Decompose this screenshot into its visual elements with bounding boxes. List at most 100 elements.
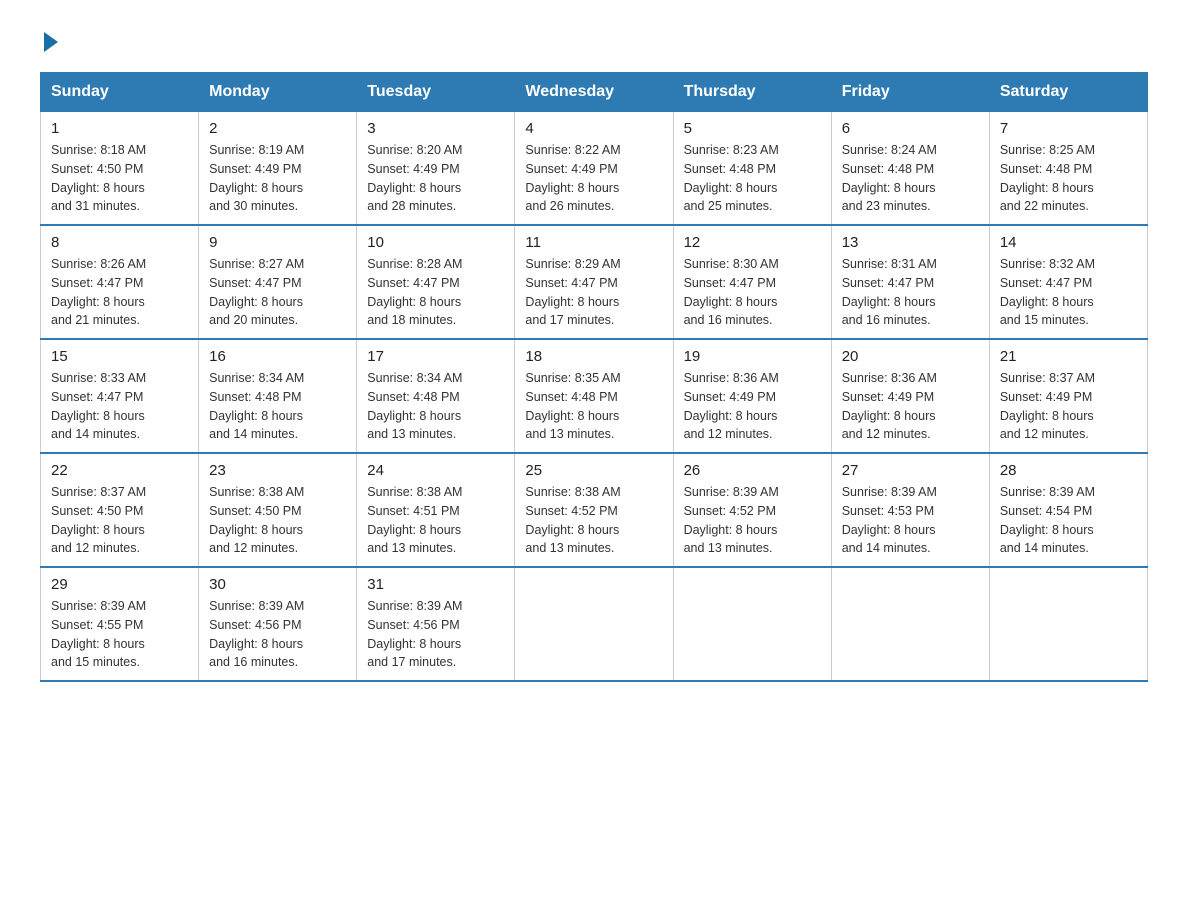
day-number: 2	[209, 120, 346, 137]
table-cell: 29 Sunrise: 8:39 AMSunset: 4:55 PMDayligh…	[41, 567, 199, 681]
day-number: 6	[842, 120, 979, 137]
table-cell: 13 Sunrise: 8:31 AMSunset: 4:47 PMDayligh…	[831, 225, 989, 339]
day-number: 28	[1000, 462, 1137, 479]
table-cell: 6Sunrise: 8:24 AMSunset: 4:48 PMDaylight…	[831, 112, 989, 226]
day-number: 26	[684, 462, 821, 479]
table-cell: 11Sunrise: 8:29 AMSunset: 4:47 PMDayligh…	[515, 225, 673, 339]
day-info: Sunrise: 8:36 AMSunset: 4:49 PMDaylight:…	[842, 369, 979, 444]
col-tuesday: Tuesday	[357, 73, 515, 112]
day-info: Sunrise: 8:39 AMSunset: 4:56 PMDaylight:…	[209, 597, 346, 672]
day-number: 23	[209, 462, 346, 479]
day-info: Sunrise: 8:35 AMSunset: 4:48 PMDaylight:…	[525, 369, 662, 444]
table-cell: 16 Sunrise: 8:34 AMSunset: 4:48 PMDayligh…	[199, 339, 357, 453]
day-number: 9	[209, 234, 346, 251]
day-number: 30	[209, 576, 346, 593]
table-cell: 10 Sunrise: 8:28 AMSunset: 4:47 PMDayligh…	[357, 225, 515, 339]
calendar-body: 1 Sunrise: 8:18 AMSunset: 4:50 PMDaylight…	[41, 112, 1148, 682]
day-number: 21	[1000, 348, 1137, 365]
table-cell: 26 Sunrise: 8:39 AMSunset: 4:52 PMDayligh…	[673, 453, 831, 567]
day-number: 7	[1000, 120, 1137, 137]
table-row: 15Sunrise: 8:33 AMSunset: 4:47 PMDayligh…	[41, 339, 1148, 453]
table-row: 29 Sunrise: 8:39 AMSunset: 4:55 PMDayligh…	[41, 567, 1148, 681]
day-info: Sunrise: 8:34 AMSunset: 4:48 PMDaylight:…	[209, 369, 346, 444]
day-info: Sunrise: 8:27 AMSunset: 4:47 PMDaylight:…	[209, 255, 346, 330]
col-thursday: Thursday	[673, 73, 831, 112]
table-cell: 19 Sunrise: 8:36 AMSunset: 4:49 PMDayligh…	[673, 339, 831, 453]
table-cell: 30 Sunrise: 8:39 AMSunset: 4:56 PMDayligh…	[199, 567, 357, 681]
day-info: Sunrise: 8:23 AMSunset: 4:48 PMDaylight:…	[684, 141, 821, 216]
day-info: Sunrise: 8:38 AMSunset: 4:50 PMDaylight:…	[209, 483, 346, 558]
col-monday: Monday	[199, 73, 357, 112]
day-number: 1	[51, 120, 188, 137]
day-info: Sunrise: 8:37 AMSunset: 4:49 PMDaylight:…	[1000, 369, 1137, 444]
table-cell: 14Sunrise: 8:32 AMSunset: 4:47 PMDayligh…	[989, 225, 1147, 339]
day-info: Sunrise: 8:18 AMSunset: 4:50 PMDaylight:…	[51, 141, 188, 216]
day-number: 13	[842, 234, 979, 251]
day-info: Sunrise: 8:38 AMSunset: 4:52 PMDaylight:…	[525, 483, 662, 558]
day-number: 25	[525, 462, 662, 479]
day-number: 18	[525, 348, 662, 365]
col-sunday: Sunday	[41, 73, 199, 112]
day-info: Sunrise: 8:29 AMSunset: 4:47 PMDaylight:…	[525, 255, 662, 330]
header-row: Sunday Monday Tuesday Wednesday Thursday…	[41, 73, 1148, 112]
day-info: Sunrise: 8:34 AMSunset: 4:48 PMDaylight:…	[367, 369, 504, 444]
table-cell: 15Sunrise: 8:33 AMSunset: 4:47 PMDayligh…	[41, 339, 199, 453]
day-number: 31	[367, 576, 504, 593]
day-info: Sunrise: 8:19 AMSunset: 4:49 PMDaylight:…	[209, 141, 346, 216]
table-cell: 18 Sunrise: 8:35 AMSunset: 4:48 PMDayligh…	[515, 339, 673, 453]
day-number: 20	[842, 348, 979, 365]
col-wednesday: Wednesday	[515, 73, 673, 112]
table-cell: 5 Sunrise: 8:23 AMSunset: 4:48 PMDaylight…	[673, 112, 831, 226]
col-saturday: Saturday	[989, 73, 1147, 112]
day-info: Sunrise: 8:25 AMSunset: 4:48 PMDaylight:…	[1000, 141, 1137, 216]
day-number: 4	[525, 120, 662, 137]
day-info: Sunrise: 8:36 AMSunset: 4:49 PMDaylight:…	[684, 369, 821, 444]
day-number: 29	[51, 576, 188, 593]
day-info: Sunrise: 8:38 AMSunset: 4:51 PMDaylight:…	[367, 483, 504, 558]
table-cell: 9 Sunrise: 8:27 AMSunset: 4:47 PMDaylight…	[199, 225, 357, 339]
day-number: 16	[209, 348, 346, 365]
day-info: Sunrise: 8:32 AMSunset: 4:47 PMDaylight:…	[1000, 255, 1137, 330]
table-cell: 23 Sunrise: 8:38 AMSunset: 4:50 PMDayligh…	[199, 453, 357, 567]
day-info: Sunrise: 8:22 AMSunset: 4:49 PMDaylight:…	[525, 141, 662, 216]
table-cell	[831, 567, 989, 681]
day-number: 19	[684, 348, 821, 365]
table-cell: 4 Sunrise: 8:22 AMSunset: 4:49 PMDaylight…	[515, 112, 673, 226]
day-info: Sunrise: 8:39 AMSunset: 4:56 PMDaylight:…	[367, 597, 504, 672]
table-cell: 20 Sunrise: 8:36 AMSunset: 4:49 PMDayligh…	[831, 339, 989, 453]
day-info: Sunrise: 8:39 AMSunset: 4:55 PMDaylight:…	[51, 597, 188, 672]
table-cell: 28Sunrise: 8:39 AMSunset: 4:54 PMDayligh…	[989, 453, 1147, 567]
day-info: Sunrise: 8:20 AMSunset: 4:49 PMDaylight:…	[367, 141, 504, 216]
calendar-table: Sunday Monday Tuesday Wednesday Thursday…	[40, 72, 1148, 682]
day-number: 12	[684, 234, 821, 251]
table-cell: 25 Sunrise: 8:38 AMSunset: 4:52 PMDayligh…	[515, 453, 673, 567]
day-number: 3	[367, 120, 504, 137]
table-cell: 3 Sunrise: 8:20 AMSunset: 4:49 PMDaylight…	[357, 112, 515, 226]
day-info: Sunrise: 8:39 AMSunset: 4:53 PMDaylight:…	[842, 483, 979, 558]
day-info: Sunrise: 8:26 AMSunset: 4:47 PMDaylight:…	[51, 255, 188, 330]
table-cell: 31 Sunrise: 8:39 AMSunset: 4:56 PMDayligh…	[357, 567, 515, 681]
table-row: 1 Sunrise: 8:18 AMSunset: 4:50 PMDaylight…	[41, 112, 1148, 226]
day-info: Sunrise: 8:37 AMSunset: 4:50 PMDaylight:…	[51, 483, 188, 558]
table-row: 8Sunrise: 8:26 AMSunset: 4:47 PMDaylight…	[41, 225, 1148, 339]
table-cell: 1 Sunrise: 8:18 AMSunset: 4:50 PMDaylight…	[41, 112, 199, 226]
day-info: Sunrise: 8:30 AMSunset: 4:47 PMDaylight:…	[684, 255, 821, 330]
day-info: Sunrise: 8:28 AMSunset: 4:47 PMDaylight:…	[367, 255, 504, 330]
col-friday: Friday	[831, 73, 989, 112]
page-header	[40, 30, 1148, 52]
day-number: 27	[842, 462, 979, 479]
day-number: 22	[51, 462, 188, 479]
table-cell: 24 Sunrise: 8:38 AMSunset: 4:51 PMDayligh…	[357, 453, 515, 567]
day-number: 17	[367, 348, 504, 365]
table-cell	[989, 567, 1147, 681]
day-number: 24	[367, 462, 504, 479]
day-number: 5	[684, 120, 821, 137]
day-number: 10	[367, 234, 504, 251]
day-info: Sunrise: 8:39 AMSunset: 4:52 PMDaylight:…	[684, 483, 821, 558]
day-number: 15	[51, 348, 188, 365]
table-cell: 21 Sunrise: 8:37 AMSunset: 4:49 PMDayligh…	[989, 339, 1147, 453]
table-cell: 12 Sunrise: 8:30 AMSunset: 4:47 PMDayligh…	[673, 225, 831, 339]
day-info: Sunrise: 8:31 AMSunset: 4:47 PMDaylight:…	[842, 255, 979, 330]
logo-arrow-icon	[44, 32, 58, 52]
table-cell: 7 Sunrise: 8:25 AMSunset: 4:48 PMDaylight…	[989, 112, 1147, 226]
